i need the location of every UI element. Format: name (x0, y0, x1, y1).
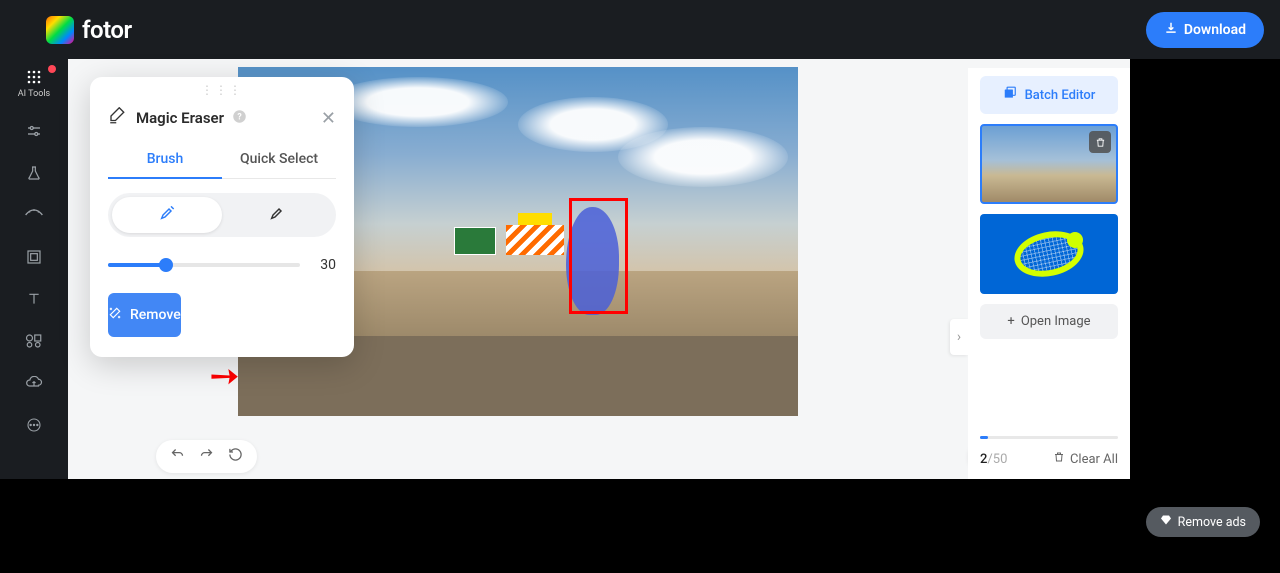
batch-icon (1003, 86, 1017, 104)
brush-subtract-mode[interactable] (222, 197, 332, 233)
right-rail: Batch Editor + Open Image 2/50 Clear All (968, 68, 1130, 479)
remove-label: Remove (130, 307, 181, 323)
brush-add-icon (159, 207, 175, 225)
brush-size-slider-row: 30 (90, 247, 354, 283)
open-image-button[interactable]: + Open Image (980, 304, 1118, 339)
eye-icon (24, 205, 44, 225)
shapes-icon (24, 331, 44, 351)
ball-decoration (1067, 232, 1083, 248)
thumbnail-delete-button[interactable] (1089, 131, 1111, 153)
cloud-decoration (618, 127, 788, 187)
logo-text: fotor (82, 16, 132, 44)
clear-all-label: Clear All (1070, 452, 1118, 467)
panel-drag-handle[interactable]: ⋮⋮⋮ (90, 77, 354, 97)
sidebar-text[interactable] (0, 289, 68, 309)
brush-add-mode[interactable] (112, 197, 222, 233)
left-sidebar: AI Tools (0, 59, 68, 479)
close-panel-button[interactable]: ✕ (321, 108, 336, 129)
diamond-icon (1160, 514, 1172, 530)
more-icon (24, 415, 44, 435)
download-button[interactable]: Download (1146, 12, 1264, 48)
text-icon (24, 289, 44, 309)
remove-ads-label: Remove ads (1178, 515, 1246, 530)
image-count: 2/50 (980, 452, 1007, 467)
sidebar-elements[interactable] (0, 331, 68, 351)
notification-dot-icon (48, 65, 56, 73)
remove-ads-button[interactable]: Remove ads (1146, 507, 1260, 537)
sidebar-more[interactable] (0, 415, 68, 435)
cloud-decoration (328, 77, 508, 127)
sidebar-ai-tools[interactable]: AI Tools (0, 67, 68, 99)
panel-header: Magic Eraser ? ✕ (90, 97, 354, 143)
sidebar-frames[interactable] (0, 247, 68, 267)
panel-title: Magic Eraser ? (136, 109, 311, 128)
tab-quick-select[interactable]: Quick Select (222, 143, 336, 179)
panel-tabs: Brush Quick Select (90, 143, 354, 179)
logo[interactable]: fotor (46, 16, 132, 44)
brush-mode-toggle (108, 193, 336, 237)
collapse-rail-button[interactable]: › (950, 319, 968, 355)
brush-subtract-icon (269, 207, 285, 225)
rail-footer: 2/50 Clear All (980, 439, 1118, 479)
trash-icon (1053, 451, 1065, 467)
logo-icon (46, 16, 74, 44)
brush-size-slider[interactable] (108, 263, 300, 267)
frame-icon (24, 247, 44, 267)
remove-button[interactable]: Remove (108, 293, 181, 337)
reset-button[interactable] (228, 447, 243, 466)
grid-icon (24, 67, 44, 87)
plus-icon: + (1007, 314, 1014, 329)
undo-button[interactable] (170, 447, 185, 466)
wand-icon (108, 306, 122, 324)
sidebar-ai-tools-label: AI Tools (18, 89, 50, 99)
striped-sign-decoration (506, 225, 564, 255)
brush-size-value: 30 (314, 257, 336, 273)
image-count-progress (980, 436, 1118, 439)
tab-brush[interactable]: Brush (108, 143, 222, 179)
sidebar-beauty[interactable] (0, 205, 68, 225)
eraser-icon (108, 107, 126, 129)
road-sign-decoration (454, 227, 496, 255)
app-header: fotor Download (0, 0, 1280, 59)
history-controls (156, 440, 257, 473)
thumbnail-1[interactable] (980, 124, 1118, 204)
annotation-box (569, 198, 628, 314)
download-label: Download (1184, 22, 1246, 38)
redo-button[interactable] (199, 447, 214, 466)
flask-icon (24, 163, 44, 183)
slider-thumb[interactable] (159, 258, 173, 272)
thumbnail-2[interactable] (980, 214, 1118, 294)
sidebar-effects[interactable] (0, 163, 68, 183)
batch-editor-label: Batch Editor (1025, 88, 1096, 103)
sliders-icon (24, 121, 44, 141)
cloud-upload-icon (24, 373, 44, 393)
batch-editor-button[interactable]: Batch Editor (980, 76, 1118, 114)
help-icon[interactable]: ? (232, 109, 247, 128)
slider-fill (108, 263, 166, 267)
magic-eraser-panel: ⋮⋮⋮ Magic Eraser ? ✕ Brush Quick Select … (90, 77, 354, 357)
sidebar-cloud[interactable] (0, 373, 68, 393)
clear-all-button[interactable]: Clear All (1053, 451, 1118, 467)
open-image-label: Open Image (1021, 314, 1091, 329)
sidebar-adjust[interactable] (0, 121, 68, 141)
download-icon (1164, 21, 1178, 39)
svg-text:?: ? (237, 112, 242, 122)
